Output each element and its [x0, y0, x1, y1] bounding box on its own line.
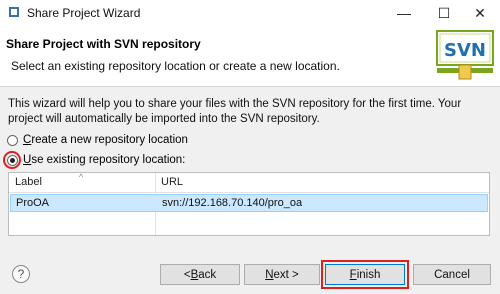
table-row[interactable]: ProOA svn://192.168.70.140/pro_oa: [10, 194, 488, 212]
help-icon[interactable]: ?: [12, 265, 30, 283]
radio-button[interactable]: [7, 134, 18, 146]
svn-logo: SVN: [436, 30, 494, 80]
minimize-button[interactable]: —: [384, 0, 424, 26]
wizard-icon: [9, 7, 19, 17]
radio-create-new-location[interactable]: Create a new repository location: [7, 132, 188, 148]
page-title: Share Project with SVN repository: [6, 37, 201, 51]
radio-use-existing-location[interactable]: Use existing repository location:: [7, 152, 185, 168]
wizard-content: This wizard will help you to share your …: [0, 87, 500, 247]
wizard-header: Share Project with SVN repository Select…: [0, 26, 500, 87]
sort-caret-icon: ^: [79, 172, 84, 182]
close-button[interactable]: ✕: [460, 0, 500, 26]
next-button[interactable]: Next >: [244, 264, 320, 285]
repository-table[interactable]: Label ^ URL ProOA svn://192.168.70.140/p…: [8, 172, 490, 236]
radio-label: Use existing repository location:: [23, 154, 186, 166]
table-header: Label ^ URL: [9, 172, 489, 193]
column-header-label[interactable]: Label: [15, 173, 42, 192]
radio-label: Create a new repository location: [23, 134, 188, 146]
cell-label: ProOA: [16, 197, 50, 209]
window-title: Share Project Wizard: [27, 6, 141, 20]
page-subtitle: Select an existing repository location o…: [11, 59, 340, 73]
button-bar: ? < Back Next > Finish Cancel: [0, 247, 500, 294]
annotation-circle: [3, 151, 21, 169]
cell-url: svn://192.168.70.140/pro_oa: [162, 197, 303, 209]
maximize-button[interactable]: ☐: [424, 0, 464, 26]
cancel-button[interactable]: Cancel: [413, 264, 491, 285]
finish-button[interactable]: Finish: [325, 264, 405, 285]
column-header-url[interactable]: URL: [161, 173, 183, 192]
back-button[interactable]: < Back: [160, 264, 240, 285]
description-text: This wizard will help you to share your …: [8, 98, 462, 125]
logo-text: SVN: [444, 40, 486, 61]
title-bar: Share Project Wizard — ☐ ✕: [0, 0, 500, 26]
